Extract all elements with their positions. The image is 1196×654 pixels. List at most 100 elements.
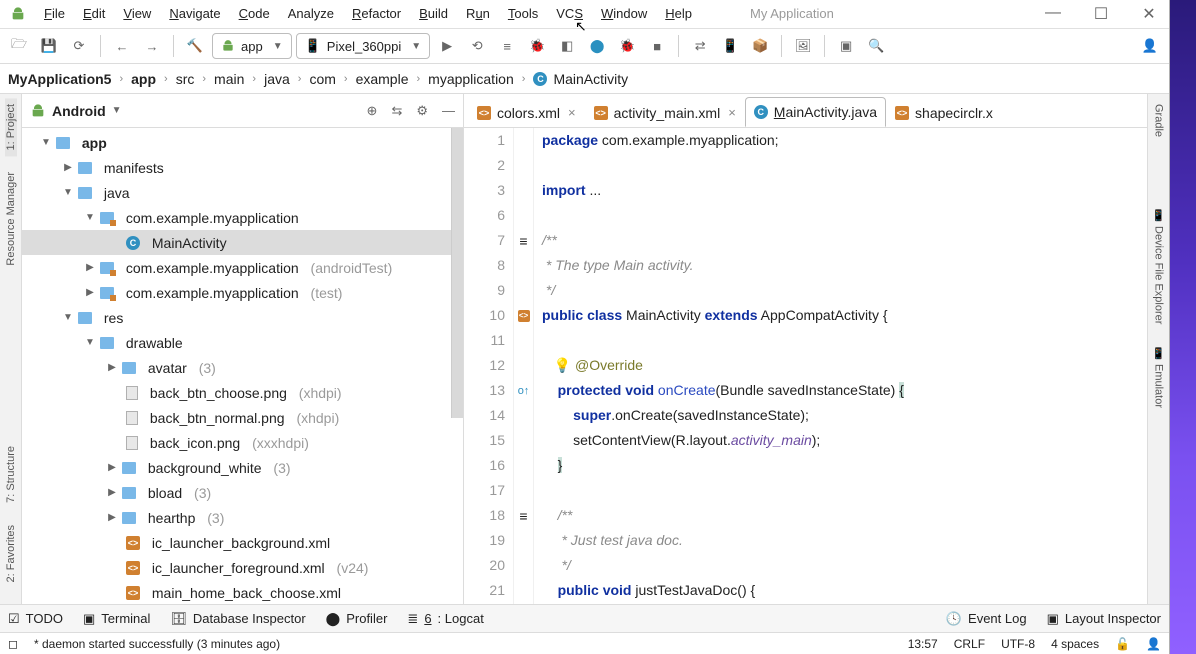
sync-icon[interactable]: ⟳ [66,33,92,59]
folder-icon [78,162,92,174]
tool-emulator[interactable]: 📱 Emulator [1152,341,1165,414]
breadcrumb-item[interactable]: main [214,71,244,87]
settings-icon[interactable]: ⚙ [416,103,428,119]
build-icon[interactable]: 🔨 [182,33,208,59]
bulb-icon[interactable]: 💡 [554,357,571,373]
breadcrumb-item[interactable]: MyApplication5 [8,71,111,87]
back-icon[interactable]: ← [109,33,135,59]
status-line-sep[interactable]: CRLF [954,637,985,651]
menu-bar: FFileile Edit View Navigate Code Analyze… [0,0,1169,28]
breadcrumb-item[interactable]: example [356,71,409,87]
attach-debugger-icon[interactable]: 🐞 [614,33,640,59]
tab-layout-inspector[interactable]: ▣ Layout Inspector [1047,611,1161,627]
menu-code[interactable]: Code [239,6,270,21]
menu-view[interactable]: View [123,6,151,21]
folder-icon [122,512,136,524]
tab-activity-main[interactable]: <>activity_main.xml× [585,97,745,127]
menu-edit[interactable]: Edit [83,6,105,21]
status-indent[interactable]: 4 spaces [1051,637,1099,651]
breadcrumb-item[interactable]: myapplication [428,71,514,87]
breadcrumb-item[interactable]: com [309,71,335,87]
open-icon[interactable]: 🗁 [6,33,32,59]
tab-todo[interactable]: ☑ TODO [8,611,63,627]
breadcrumb-item[interactable]: java [264,71,290,87]
gutter-icons[interactable]: ≡ <> o↑ ≡ [514,128,534,604]
tab-shapecirclr[interactable]: <>shapecirclr.x [886,97,1002,127]
user-icon[interactable]: 👤 [1137,33,1163,59]
menu-run[interactable]: Run [466,6,490,21]
forward-icon[interactable]: → [139,33,165,59]
save-icon[interactable]: 💾 [36,33,62,59]
folder-icon [122,487,136,499]
stop-icon[interactable]: ■ [644,33,670,59]
debug-icon[interactable]: 🐞 [524,33,550,59]
breadcrumb-item[interactable]: app [131,71,156,87]
line-number-gutter[interactable]: 1236789101112131415161718192021 [464,128,514,604]
expand-icon[interactable]: ⇆ [391,103,402,119]
main-toolbar: 🗁 💾 ⟳ ← → 🔨 app ▼ 📱 Pixel_360ppi ▼ ▶ ⟲ ≡… [0,28,1169,64]
close-icon[interactable]: × [728,105,736,120]
tab-mainactivity[interactable]: CMainActivity.javaMainActivity.java [745,97,886,127]
tool-resource-manager[interactable]: Resource Manager [5,166,17,272]
status-lock-icon[interactable]: 🔓 [1115,637,1130,651]
search-icon[interactable]: 🔍 [863,33,889,59]
apply-changes-icon[interactable]: ⟲ [464,33,490,59]
breadcrumb-item[interactable]: src [176,71,195,87]
resource-manager-icon[interactable]: 🖼 [790,33,816,59]
avd-manager-icon[interactable]: 📱 [717,33,743,59]
tab-db-inspector[interactable]: 🗄 Database Inspector [170,611,305,627]
tab-event-log[interactable]: 🕓 Event Log [946,611,1027,627]
locate-icon[interactable]: ⊕ [367,103,378,119]
status-time: 13:57 [908,637,938,651]
tool-project[interactable]: 1: Project [5,98,17,156]
coverage-icon[interactable]: ◧ [554,33,580,59]
tool-favorites[interactable]: 2: Favorites [5,519,17,588]
tree-scrollbar[interactable] [451,128,463,418]
package-icon [100,212,114,224]
status-bar: ◻ * daemon started successfully (3 minut… [0,632,1169,654]
menu-help[interactable]: Help [665,6,692,21]
status-person-icon[interactable]: 👤 [1146,637,1161,651]
status-message: * daemon started successfully (3 minutes… [34,637,280,651]
profile-icon[interactable]: ⬤ [584,33,610,59]
breadcrumb-item[interactable]: MainActivity [553,71,628,87]
tab-logcat[interactable]: ≣ 6: Logcat6: Logcat [407,611,483,627]
menu-file[interactable]: FFileile [44,6,65,21]
menu-tools[interactable]: Tools [508,6,538,21]
xml-file-icon: <> [126,561,140,575]
image-file-icon [126,436,138,450]
window-minimize[interactable]: — [1043,4,1063,24]
xml-gutter-icon[interactable]: <> [518,310,530,322]
menu-navigate[interactable]: Navigate [169,6,220,21]
menu-vcs[interactable]: VCS [556,6,583,21]
project-tree[interactable]: ▼ app ▶ manifests ▼ java ▼ com.example.m… [22,128,463,604]
status-square-icon[interactable]: ◻ [8,637,18,651]
layout-inspector-icon[interactable]: ▣ [833,33,859,59]
hide-icon[interactable]: — [442,103,455,119]
tab-terminal[interactable]: ▣ Terminal [83,611,150,627]
status-charset[interactable]: UTF-8 [1001,637,1035,651]
sync-gradle-icon[interactable]: ⇄ [687,33,713,59]
menu-window[interactable]: Window [601,6,647,21]
tab-colors[interactable]: <>colors.xml× [468,97,585,127]
run-config-combo[interactable]: app ▼ [212,33,292,59]
menu-refactor[interactable]: Refactor [352,6,401,21]
tool-gradle[interactable]: Gradle [1153,98,1165,143]
device-combo[interactable]: 📱 Pixel_360ppi ▼ [296,33,431,59]
menu-analyze[interactable]: Analyze [288,6,334,21]
override-gutter-icon[interactable]: o↑ [518,385,530,397]
run-icon[interactable]: ▶ [434,33,460,59]
window-maximize[interactable]: ☐ [1091,4,1111,24]
tool-device-explorer[interactable]: 📱 Device File Explorer [1152,203,1165,331]
menu-build[interactable]: Build [419,6,448,21]
run-config-label: app [241,39,263,54]
tree-node-mainactivity[interactable]: C MainActivity [22,230,463,255]
code-editor[interactable]: package com.example.myapplication; impor… [534,128,1169,604]
window-close[interactable]: ✕ [1139,4,1159,24]
close-icon[interactable]: × [568,105,576,120]
sdk-manager-icon[interactable]: 📦 [747,33,773,59]
apply-code-icon[interactable]: ≡ [494,33,520,59]
tab-profiler[interactable]: ⬤ Profiler [326,611,388,627]
project-view-combo[interactable]: Android ▼ [52,103,122,119]
tool-structure[interactable]: 7: Structure [5,440,17,509]
